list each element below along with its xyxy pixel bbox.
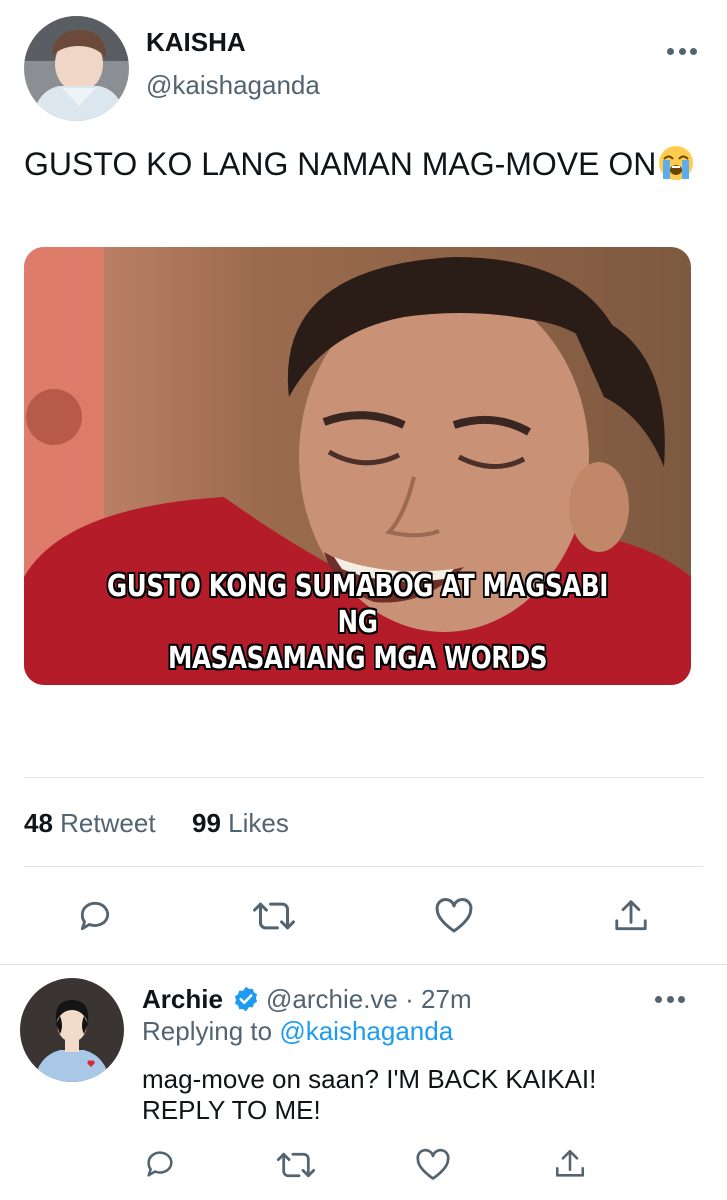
author-avatar-image: [24, 16, 129, 121]
reply-reply-icon[interactable]: [143, 1147, 177, 1181]
reply-timestamp[interactable]: 27m: [421, 984, 472, 1014]
like-label[interactable]: Likes: [228, 808, 289, 838]
retweet-icon[interactable]: [252, 897, 296, 935]
more-options-icon[interactable]: [667, 44, 697, 58]
divider: [0, 964, 727, 965]
reply-author-handle[interactable]: @archie.ve: [266, 984, 398, 1014]
divider: [24, 777, 703, 778]
replying-to-link[interactable]: @kaishaganda: [279, 1016, 453, 1046]
like-icon[interactable]: [434, 897, 474, 935]
tweet-image[interactable]: GUSTO KONG SUMABOG AT MAGSABI NG MASASAM…: [24, 247, 691, 685]
meme-caption-line-2: MASASAMANG MGA WORDS: [167, 641, 548, 676]
author-handle[interactable]: @kaishaganda: [146, 70, 320, 101]
divider: [24, 866, 703, 867]
reply-retweet-icon[interactable]: [276, 1148, 316, 1182]
tweet-text-content: GUSTO KO LANG NAMAN MAG-MOVE ON: [24, 146, 657, 182]
meta-separator: ·: [405, 984, 414, 1014]
author-avatar[interactable]: [24, 16, 129, 121]
replying-to: Replying to @kaishaganda: [142, 1016, 453, 1047]
reply-text: mag-move on saan? I'M BACK KAIKAI! REPLY…: [142, 1064, 662, 1126]
replying-to-label: Replying to: [142, 1016, 273, 1046]
reply-icon[interactable]: [76, 897, 114, 935]
reply-more-options-icon[interactable]: [655, 992, 685, 1006]
reply-text-line-1: mag-move on saan? I'M BACK KAIKAI!: [142, 1064, 597, 1094]
loudly-crying-face-icon: [659, 146, 694, 180]
author-display-name[interactable]: KAISHA: [146, 27, 246, 58]
verified-badge-icon: [232, 985, 260, 1013]
reply-avatar-image: [20, 978, 124, 1082]
reply-text-line-2: REPLY TO ME!: [142, 1095, 321, 1125]
like-count[interactable]: 99: [192, 808, 221, 838]
reply-author-display-name[interactable]: Archie: [142, 984, 223, 1015]
retweet-count[interactable]: 48: [24, 808, 53, 838]
reply-like-icon[interactable]: [415, 1148, 451, 1182]
retweet-label[interactable]: Retweet: [60, 808, 155, 838]
tweet-stats: 48 Retweet 99 Likes: [24, 808, 289, 839]
reply-author-avatar[interactable]: [20, 978, 124, 1082]
meme-caption-line-1: GUSTO KONG SUMABOG AT MAGSABI NG: [107, 569, 608, 640]
reply-share-icon[interactable]: [553, 1146, 587, 1182]
share-icon[interactable]: [612, 896, 650, 936]
meme-caption: GUSTO KONG SUMABOG AT MAGSABI NG MASASAM…: [84, 569, 631, 677]
reply-meta: @archie.ve · 27m: [266, 984, 472, 1015]
tweet-text: GUSTO KO LANG NAMAN MAG-MOVE ON: [24, 142, 704, 187]
